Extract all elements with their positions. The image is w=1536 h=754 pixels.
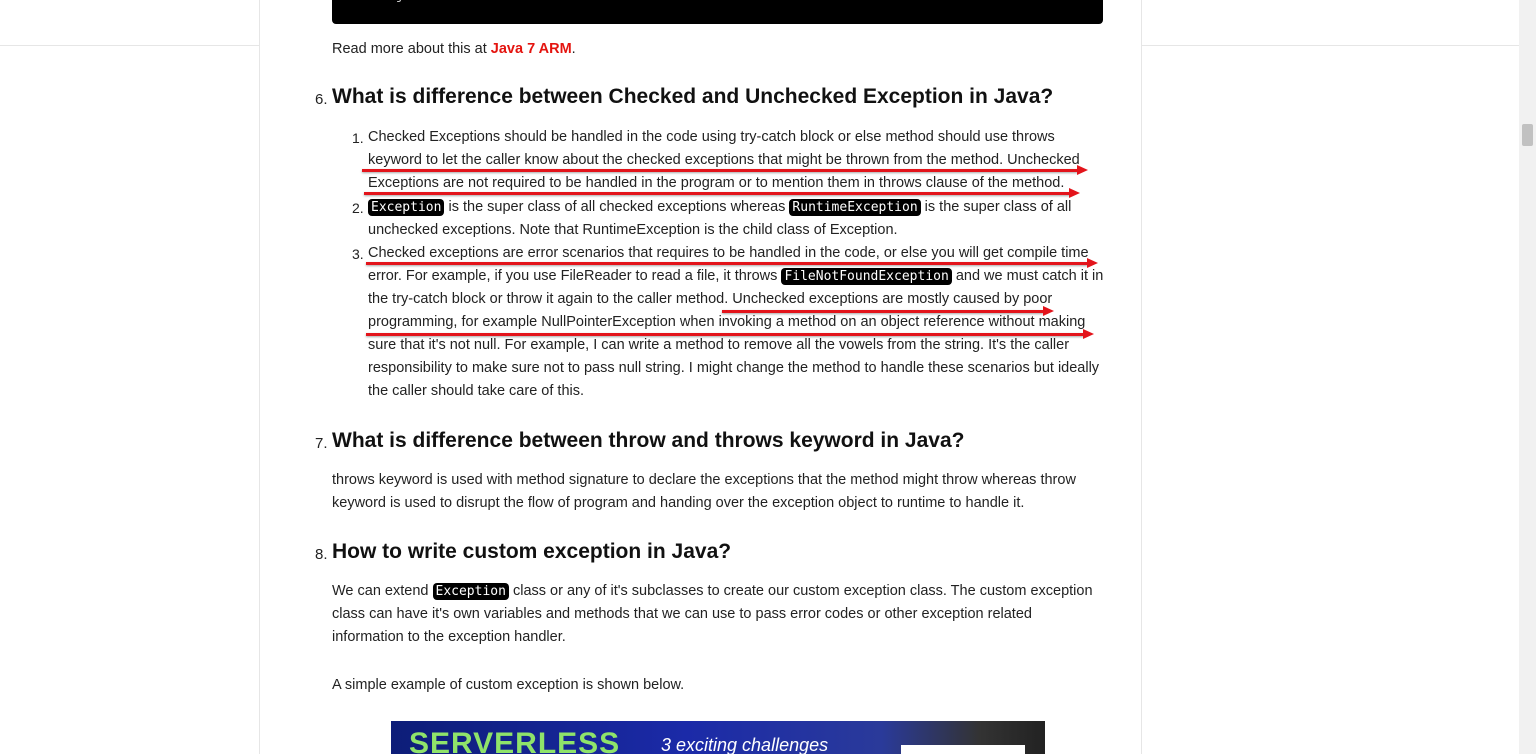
read-more-text: Read more about this at bbox=[332, 41, 491, 57]
annotation-arrow bbox=[366, 329, 1094, 339]
inline-code: FileNotFoundException bbox=[781, 268, 952, 285]
list-item: Checked exceptions are error scenarios t… bbox=[368, 242, 1104, 403]
section-number: 6. bbox=[315, 91, 328, 108]
annotation-arrow bbox=[364, 188, 1080, 198]
section-number: 8. bbox=[315, 546, 328, 563]
paragraph: We can extend Exception class or any of … bbox=[332, 580, 1104, 649]
annotation-arrow bbox=[362, 165, 1088, 175]
scrollbar-thumb[interactable] bbox=[1522, 124, 1533, 146]
list-item: Checked Exceptions should be handled in … bbox=[368, 129, 1080, 191]
annotation-arrow bbox=[366, 258, 1098, 268]
list-number: 2. bbox=[352, 200, 364, 216]
java7-arm-link[interactable]: Java 7 ARM bbox=[491, 41, 572, 57]
advertisement-banner[interactable]: SERVERLESS 3 exciting challenges bbox=[391, 721, 1045, 754]
read-more-paragraph: Read more about this at Java 7 ARM. bbox=[332, 38, 576, 61]
ad-brand: SERVERLESS bbox=[409, 727, 621, 754]
read-more-end: . bbox=[571, 41, 576, 57]
inline-code: Exception bbox=[368, 199, 445, 216]
section-number: 7. bbox=[315, 435, 328, 452]
section-title-custom-exception: How to write custom exception in Java? bbox=[332, 540, 732, 563]
code-line: } bbox=[396, 0, 404, 4]
list-item: Exception is the super class of all chec… bbox=[368, 196, 1104, 242]
inline-code: Exception bbox=[432, 583, 509, 600]
paragraph-text: We can extend bbox=[332, 583, 433, 599]
list-number: 3. bbox=[352, 246, 364, 262]
vertical-scrollbar[interactable] bbox=[1519, 0, 1536, 754]
ad-tagline: 3 exciting challenges bbox=[661, 735, 829, 754]
paragraph: A simple example of custom exception is … bbox=[332, 677, 685, 693]
section-title-throw-throws: What is difference between throw and thr… bbox=[332, 429, 965, 452]
section-title-checked-unchecked: What is difference between Checked and U… bbox=[332, 85, 1054, 108]
code-block: } bbox=[332, 0, 1103, 24]
inline-code: RuntimeException bbox=[789, 199, 921, 216]
annotation-arrow bbox=[722, 306, 1054, 316]
ad-button[interactable] bbox=[901, 745, 1025, 754]
paragraph: throws keyword is used with method signa… bbox=[332, 472, 1076, 511]
item-text: is the super class of all checked except… bbox=[444, 199, 790, 215]
list-number: 1. bbox=[352, 130, 364, 146]
